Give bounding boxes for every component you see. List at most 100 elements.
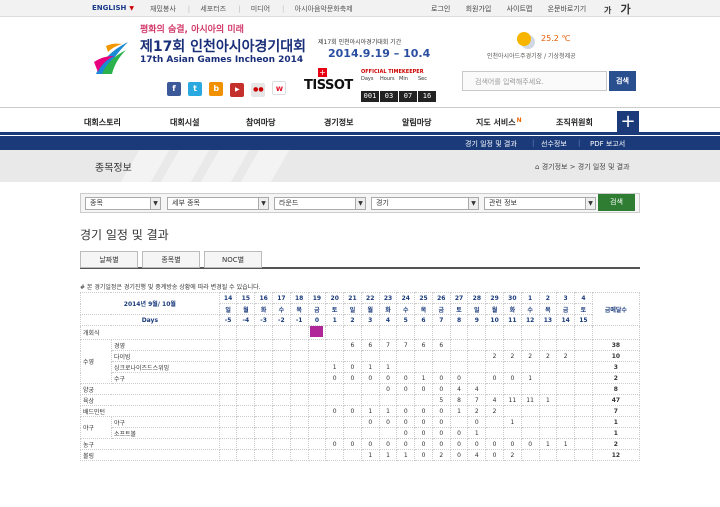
tab-by-date[interactable]: 날짜별 [80, 251, 138, 268]
schedule-cell[interactable]: 0 [449, 449, 469, 461]
date-cell[interactable]: 22 [360, 292, 380, 304]
youtube-icon[interactable]: ▶ [230, 83, 245, 97]
schedule-cell[interactable]: 0 [467, 438, 487, 450]
date-cell[interactable]: 19 [307, 292, 327, 304]
games-emblem-icon[interactable] [92, 40, 132, 76]
font-decrease-button[interactable]: 가 [604, 5, 611, 16]
schedule-cell[interactable]: 1 [360, 361, 380, 373]
sport-select[interactable]: 종목 ▼ [85, 197, 161, 210]
schedule-cell[interactable]: 2 [502, 350, 522, 362]
schedule-cell[interactable]: 0 [502, 372, 522, 384]
schedule-cell[interactable] [307, 325, 327, 340]
schedule-cell[interactable]: 6 [431, 339, 451, 351]
signup-link[interactable]: 회원가입 [466, 4, 492, 14]
schedule-cell[interactable]: 1 [467, 427, 487, 439]
nav-item[interactable]: 조직위원회 [556, 117, 593, 128]
schedule-cell[interactable]: 0 [396, 427, 416, 439]
schedule-cell[interactable]: 4 [449, 383, 469, 395]
schedule-cell[interactable]: 1 [360, 449, 380, 461]
schedule-cell[interactable]: 0 [378, 416, 398, 428]
schedule-cell[interactable]: 0 [485, 449, 504, 461]
date-cell[interactable]: 30 [502, 292, 522, 304]
schedule-cell[interactable]: 2 [502, 449, 522, 461]
twitter-icon[interactable]: t [188, 82, 203, 96]
top-link[interactable]: 미디어 [251, 4, 270, 14]
date-cell[interactable]: 23 [378, 292, 398, 304]
schedule-cell[interactable]: 0 [414, 416, 433, 428]
sport-name[interactable]: 양궁 [80, 383, 220, 395]
discipline-name[interactable]: 소프트볼 [110, 427, 220, 439]
subnav-item[interactable]: PDF 보고서 [590, 139, 625, 149]
sport-name[interactable]: 개회식 [80, 325, 220, 340]
schedule-cell[interactable]: 0 [431, 427, 451, 439]
schedule-cell[interactable]: 2 [431, 449, 451, 461]
schedule-cell[interactable]: 1 [414, 372, 433, 384]
schedule-cell[interactable]: 0 [449, 372, 469, 384]
schedule-cell[interactable]: 1 [538, 438, 558, 450]
schedule-cell[interactable]: 1 [556, 438, 576, 450]
schedule-cell[interactable]: 0 [431, 372, 451, 384]
schedule-cell[interactable]: 2 [485, 405, 504, 417]
schedule-cell[interactable]: 0 [378, 383, 398, 395]
login-link[interactable]: 로그인 [431, 4, 450, 14]
sport-name[interactable]: 육상 [80, 394, 220, 406]
schedule-cell[interactable]: 1 [378, 405, 398, 417]
schedule-cell[interactable]: 11 [502, 394, 522, 406]
sport-name[interactable]: 농구 [80, 438, 220, 450]
schedule-cell[interactable]: 0 [378, 438, 398, 450]
sitemap-link[interactable]: 사이트맵 [507, 4, 533, 14]
schedule-cell[interactable]: 1 [520, 372, 540, 384]
search-button[interactable]: 검색 [609, 71, 636, 91]
schedule-cell[interactable]: 6 [343, 339, 362, 351]
schedule-cell[interactable]: 2 [520, 350, 540, 362]
sport-name[interactable]: 볼링 [80, 449, 220, 461]
schedule-cell[interactable]: 0 [485, 438, 504, 450]
home-icon[interactable]: ⌂ [535, 163, 539, 171]
date-cell[interactable]: 24 [396, 292, 416, 304]
top-link[interactable]: 아시아음악문화축제 [295, 4, 353, 14]
schedule-cell[interactable]: 2 [467, 405, 487, 417]
schedule-cell[interactable]: 7 [378, 339, 398, 351]
schedule-cell[interactable]: 0 [467, 416, 487, 428]
schedule-cell[interactable]: 0 [396, 383, 416, 395]
schedule-cell[interactable]: 0 [502, 438, 522, 450]
schedule-cell[interactable]: 0 [343, 361, 362, 373]
date-cell[interactable]: 14 [218, 292, 238, 304]
subnav-item[interactable]: 경기 일정 및 결과 [465, 139, 517, 149]
schedule-cell[interactable]: 1 [378, 361, 398, 373]
schedule-cell[interactable]: 0 [414, 449, 433, 461]
date-cell[interactable]: 29 [485, 292, 504, 304]
discipline-select[interactable]: 세부 종목 ▼ [167, 197, 269, 210]
schedule-cell[interactable]: 0 [414, 427, 433, 439]
nav-item[interactable]: 대회스토리 [84, 117, 121, 128]
date-cell[interactable]: 25 [414, 292, 433, 304]
schedule-cell[interactable]: 0 [431, 438, 451, 450]
schedule-cell[interactable]: 1 [360, 405, 380, 417]
schedule-cell[interactable]: 1 [502, 416, 522, 428]
date-cell[interactable]: 4 [574, 292, 593, 304]
schedule-cell[interactable]: 0 [520, 438, 540, 450]
discipline-name[interactable]: 경영 [110, 339, 220, 351]
date-cell[interactable]: 3 [556, 292, 576, 304]
schedule-cell[interactable]: 0 [449, 438, 469, 450]
nav-item[interactable]: 대회시설 [170, 117, 199, 128]
discipline-name[interactable]: 싱크로나이즈드스위밍 [110, 361, 220, 373]
plus-icon[interactable]: + [617, 111, 639, 133]
date-cell[interactable]: 1 [520, 292, 540, 304]
discipline-name[interactable]: 다이빙 [110, 350, 220, 362]
filter-search-button[interactable]: 검색 [598, 194, 635, 211]
facebook-icon[interactable]: f [167, 82, 181, 96]
schedule-cell[interactable]: 0 [485, 372, 504, 384]
schedule-cell[interactable]: 2 [538, 350, 558, 362]
search-input[interactable]: 검색어를 입력해주세요. [462, 71, 607, 91]
schedule-cell[interactable]: 1 [449, 405, 469, 417]
tab-by-noc[interactable]: NOC별 [204, 251, 262, 268]
schedule-cell[interactable]: 7 [396, 339, 416, 351]
schedule-cell[interactable]: 0 [396, 438, 416, 450]
schedule-cell[interactable]: 1 [325, 361, 345, 373]
date-cell[interactable]: 20 [325, 292, 345, 304]
subnav-item[interactable]: 선수정보 [541, 139, 567, 149]
nav-item[interactable]: 지도 서비스N [476, 117, 522, 128]
schedule-cell[interactable]: 2 [485, 350, 504, 362]
date-cell[interactable]: 27 [449, 292, 469, 304]
